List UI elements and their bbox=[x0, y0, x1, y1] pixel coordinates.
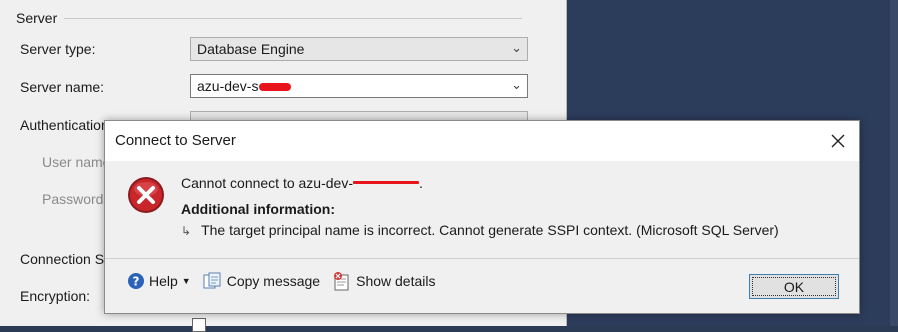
encryption-label: Encryption: bbox=[20, 288, 91, 304]
copy-message-button[interactable]: Copy message bbox=[203, 272, 320, 290]
help-icon: ? bbox=[128, 273, 144, 289]
password-label: Password: bbox=[42, 191, 108, 207]
error-icon bbox=[128, 177, 164, 213]
dialog-separator bbox=[105, 258, 859, 259]
dropdown-caret-icon: ▼ bbox=[181, 276, 191, 286]
user-name-label: User name bbox=[42, 154, 111, 170]
checkbox[interactable] bbox=[192, 318, 206, 332]
connection-security-label: Connection Se bbox=[20, 251, 112, 267]
redaction-mark bbox=[259, 83, 292, 92]
child-arrow-icon: ↳ bbox=[181, 224, 192, 238]
error-detail: ↳ The target principal name is incorrect.… bbox=[181, 222, 779, 238]
group-divider bbox=[64, 18, 522, 19]
dialog-title: Connect to Server bbox=[115, 132, 236, 149]
server-type-label: Server type: bbox=[20, 41, 96, 57]
close-button[interactable] bbox=[823, 127, 853, 155]
close-icon[interactable] bbox=[831, 134, 845, 148]
server-type-select[interactable]: Database Engine ⌄ bbox=[190, 37, 528, 61]
error-dialog: Connect to Server Cannot connect to azu-… bbox=[104, 120, 860, 314]
dialog-toolbar: ? Help ▼ Copy message Show details bbox=[127, 271, 448, 291]
server-type-value: Database Engine bbox=[197, 41, 305, 57]
ok-button[interactable]: OK bbox=[749, 274, 839, 299]
authentication-label: Authentication bbox=[20, 117, 109, 133]
additional-info-heading: Additional information: bbox=[181, 201, 335, 217]
server-name-combo[interactable]: azu-dev-s ⌄ bbox=[190, 74, 528, 98]
chevron-down-icon[interactable]: ⌄ bbox=[511, 77, 522, 93]
help-button[interactable]: ? Help ▼ bbox=[127, 272, 191, 290]
svg-text:?: ? bbox=[133, 275, 140, 289]
group-title-server: Server bbox=[16, 10, 64, 26]
server-name-label: Server name: bbox=[20, 79, 105, 95]
chevron-down-icon[interactable]: ⌄ bbox=[511, 40, 522, 56]
help-label: Help bbox=[149, 273, 178, 289]
show-details-label: Show details bbox=[356, 273, 436, 289]
desktop-edge bbox=[890, 0, 898, 326]
details-icon bbox=[334, 272, 349, 291]
redaction-mark bbox=[353, 180, 419, 184]
copy-icon bbox=[203, 272, 221, 289]
focus-rect bbox=[752, 277, 836, 296]
copy-message-label: Copy message bbox=[226, 273, 321, 289]
dialog-titlebar: Connect to Server bbox=[105, 121, 859, 161]
error-message: Cannot connect to azu-dev-. bbox=[181, 175, 423, 191]
server-name-value: azu-dev-s bbox=[197, 78, 292, 94]
show-details-button[interactable]: Show details bbox=[332, 271, 436, 291]
